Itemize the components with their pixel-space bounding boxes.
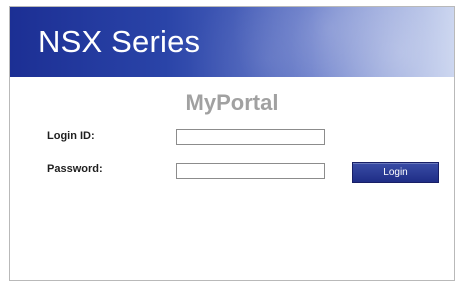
portal-title: MyPortal: [185, 90, 279, 115]
login-id-label: Login ID:: [47, 130, 95, 142]
login-id-input[interactable]: [176, 129, 325, 145]
product-title: NSX Series: [38, 24, 201, 59]
header-banner: NSX Series: [10, 7, 454, 77]
login-button[interactable]: Login: [352, 162, 439, 183]
login-content: MyPortal Login ID: Password: Login: [10, 77, 454, 282]
login-panel: NSX Series MyPortal Login ID: Password: …: [9, 6, 455, 281]
password-label: Password:: [47, 163, 103, 175]
password-input[interactable]: [176, 163, 325, 179]
